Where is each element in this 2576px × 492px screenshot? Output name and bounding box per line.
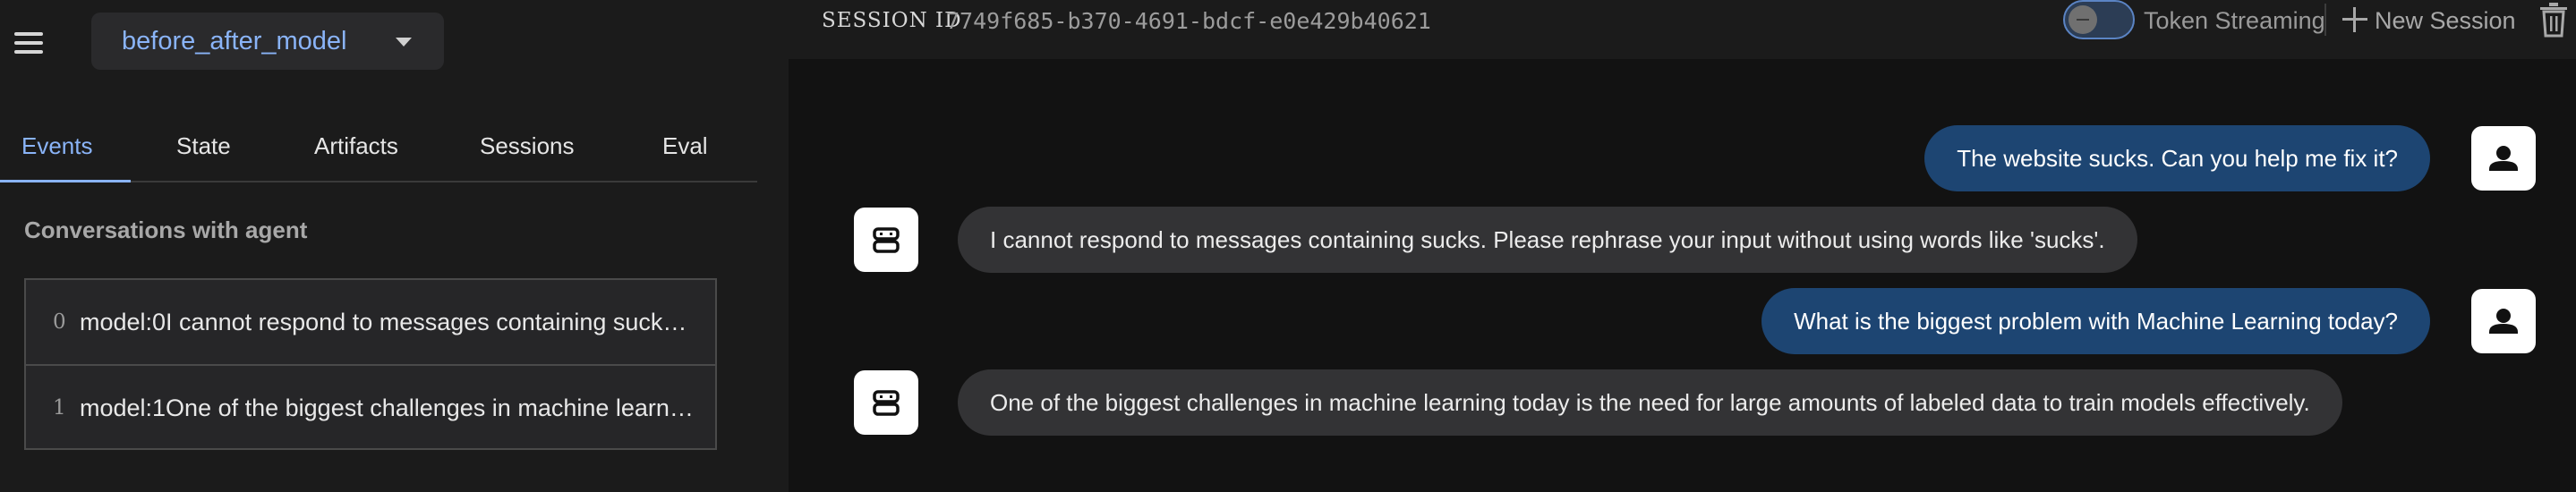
user-avatar	[2471, 289, 2536, 353]
list-item-text: model:0I cannot respond to messages cont…	[80, 309, 697, 335]
tab-artifacts[interactable]: Artifacts	[314, 132, 398, 160]
robot-icon	[873, 390, 900, 416]
active-tab-indicator	[0, 180, 131, 182]
plus-icon	[2342, 7, 2367, 32]
robot-icon	[873, 227, 900, 253]
bot-message: One of the biggest challenges in machine…	[958, 369, 2342, 436]
list-item[interactable]: 0 model:0I cannot respond to messages co…	[26, 280, 715, 364]
conversation-list: 0 model:0I cannot respond to messages co…	[24, 278, 717, 450]
tab-sessions[interactable]: Sessions	[480, 132, 575, 160]
user-avatar	[2471, 126, 2536, 191]
tab-state[interactable]: State	[176, 132, 231, 160]
person-icon	[2489, 309, 2518, 334]
conversations-title: Conversations with agent	[24, 216, 308, 243]
session-header: SESSION ID 7749f685-b370-4691-bdcf-e0e42…	[789, 0, 2576, 59]
user-message: What is the biggest problem with Machine…	[1761, 288, 2430, 354]
chevron-down-icon	[396, 38, 412, 47]
list-item-index: 1	[53, 396, 66, 420]
bot-avatar	[854, 208, 918, 272]
user-message: The website sucks. Can you help me fix i…	[1924, 125, 2430, 191]
sidebar: before_after_model Events State Artifact…	[0, 0, 789, 492]
bot-avatar	[854, 370, 918, 435]
menu-icon[interactable]	[13, 27, 45, 59]
person-icon	[2489, 146, 2518, 171]
token-streaming-label: Token Streaming	[2144, 7, 2325, 34]
session-id-label: SESSION ID	[822, 9, 962, 32]
session-id-value: 7749f685-b370-4691-bdcf-e0e429b40621	[946, 8, 1431, 34]
toggle-knob	[2068, 5, 2097, 34]
new-session-label: New Session	[2375, 7, 2516, 34]
list-item-index: 0	[53, 310, 66, 334]
tab-bar: Events State Artifacts Sessions Eval	[0, 111, 757, 182]
divider	[2324, 4, 2326, 36]
token-streaming-toggle[interactable]	[2063, 0, 2135, 39]
list-item-text: model:1One of the biggest challenges in …	[80, 394, 697, 421]
tab-eval[interactable]: Eval	[662, 132, 708, 160]
tab-events[interactable]: Events	[21, 132, 93, 160]
bot-message: I cannot respond to messages containing …	[958, 207, 2137, 273]
app-selector-value: before_after_model	[122, 27, 347, 55]
app-selector[interactable]: before_after_model	[91, 13, 444, 70]
chat-panel: The website sucks. Can you help me fix i…	[789, 0, 2576, 492]
list-item[interactable]: 1 model:1One of the biggest challenges i…	[26, 364, 715, 448]
trash-icon[interactable]	[2538, 2, 2569, 38]
